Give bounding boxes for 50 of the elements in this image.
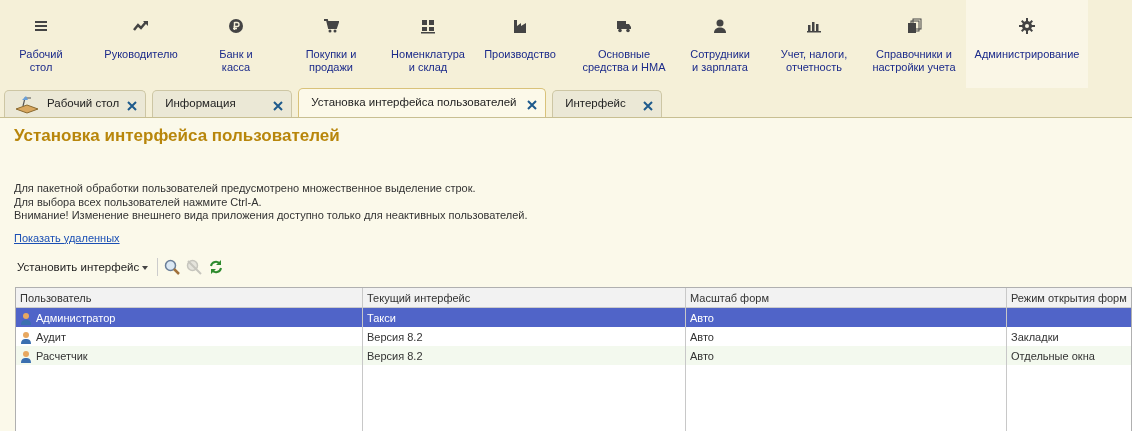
caret-icon (142, 265, 149, 270)
ruble-coin-icon (228, 18, 244, 34)
table-cell-text: Авто (690, 330, 714, 346)
table-cell-text: Расчетчик (36, 349, 88, 365)
desk-lamp-icon (15, 94, 39, 114)
section-button[interactable]: Сотрудники и зарплата (674, 0, 766, 88)
tab[interactable]: Интерфейс (552, 90, 663, 117)
user-icon (20, 331, 32, 345)
table-row[interactable]: Администратор Такси Авто (16, 308, 1131, 328)
section-button[interactable]: Справочники и настройки учета (862, 0, 966, 88)
factory-icon (512, 18, 528, 34)
menu-icon (33, 18, 49, 34)
user-icon (20, 312, 32, 326)
section-button[interactable]: Рабочий стол (0, 0, 82, 88)
info-text: Для пакетной обработки пользователей предусмотрено множественное выделение строк. (14, 182, 477, 196)
table-cell-text: Отдельные окна (1011, 349, 1095, 365)
section-button[interactable]: Производство (466, 0, 574, 88)
table-cell-text: Авто (690, 311, 714, 327)
truck-icon (616, 18, 632, 34)
section-button[interactable]: Номенклатура и склад (390, 0, 466, 88)
tab[interactable]: Рабочий стол (4, 90, 147, 117)
section-button[interactable]: Основные средства и НМА (574, 0, 674, 88)
tab[interactable]: Установка интерфейса пользователей (298, 88, 547, 117)
set-interface-button[interactable]: Установить интерфейс (14, 258, 152, 276)
section-button[interactable]: Банк и касса (200, 0, 272, 88)
table-cell-text: Такси (367, 311, 396, 327)
person-icon (712, 18, 728, 34)
info-text: Внимание! Изменение внешнего вида приложения доступно только для неактивных пользователей. (14, 209, 529, 223)
search-icon[interactable] (164, 259, 181, 276)
tab[interactable]: Информация (152, 90, 293, 117)
table-cell-text: Администратор (36, 311, 116, 327)
table-cell-text: Закладки (1011, 330, 1059, 346)
show-deleted-link[interactable]: Показать удаленных (14, 229, 120, 247)
table-cell-text: Версия 8.2 (367, 349, 423, 365)
table-cell-text: Версия 8.2 (367, 330, 423, 346)
section-button[interactable]: Руководителю (82, 0, 200, 88)
cart-icon (323, 18, 339, 34)
section-button[interactable]: Учет, налоги, отчетность (766, 0, 862, 88)
info-text: Для выбора всех пользователей нажмите Ctrl-A. (14, 195, 263, 210)
gear-icon (1019, 18, 1035, 34)
user-icon (20, 350, 32, 364)
section-button[interactable]: Покупки и продажи (272, 0, 390, 88)
documents-icon (906, 18, 922, 34)
table-cell-text: Авто (690, 349, 714, 365)
refresh-icon[interactable] (208, 259, 225, 276)
table-row[interactable]: Расчетчик Версия 8.2 Авто Отдельные окна (16, 346, 1131, 366)
grid-icon (420, 18, 436, 34)
section-button[interactable]: Администрирование (966, 0, 1088, 88)
table-cell-text: Аудит (36, 330, 66, 346)
page-title: Установка интерфейса пользователей (14, 126, 341, 147)
